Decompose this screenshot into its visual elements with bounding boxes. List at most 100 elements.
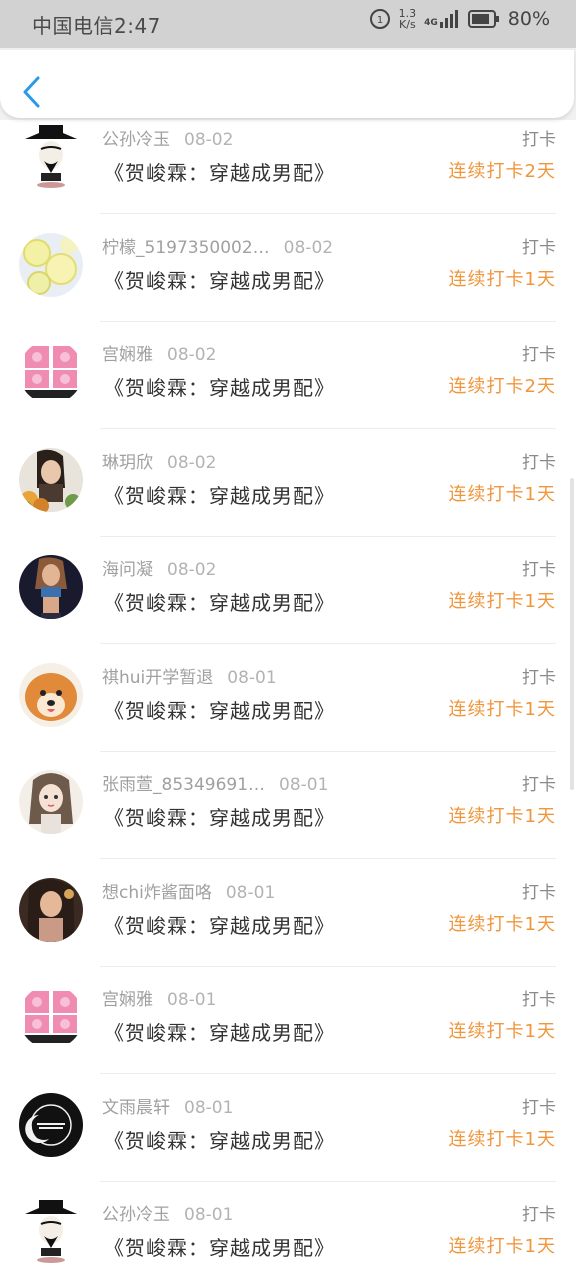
- list-item[interactable]: 宫娴雅 08-02 《贺峻霖：穿越成男配》 打卡连续打卡2天: [0, 322, 576, 429]
- list-item[interactable]: 琳玥欣 08-02 《贺峻霖：穿越成男配》 打卡连续打卡1天: [0, 430, 576, 537]
- moon-logo-avatar[interactable]: [19, 1092, 83, 1157]
- status-bar: 中国电信2:47 1 1.3 K/s 4G 80%: [0, 0, 576, 48]
- checkin-date: 08-01: [184, 1097, 234, 1118]
- user-meta: 柠檬_5197350002… 08-02: [102, 233, 333, 258]
- signal-bars-icon: [439, 10, 458, 28]
- header: [0, 48, 576, 120]
- username[interactable]: 想chi炸酱面咯: [102, 883, 212, 903]
- header-card: [0, 50, 574, 118]
- book-title[interactable]: 《贺峻霖：穿越成男配》: [104, 157, 335, 186]
- streak-label: 连续打卡1天: [448, 1128, 556, 1150]
- checkin-date: 08-02: [167, 560, 217, 580]
- streak-label: 连续打卡1天: [448, 483, 556, 505]
- battery-percent: 80%: [507, 8, 550, 30]
- masked-figure-avatar[interactable]: [19, 125, 83, 189]
- scrollbar[interactable]: [570, 478, 574, 790]
- pink-panther-avatar[interactable]: [19, 340, 83, 404]
- list-item[interactable]: 张雨萱_85349691… 08-01 《贺峻霖：穿越成男配》 打卡连续打卡1天: [0, 752, 576, 859]
- user-meta: 张雨萱_85349691… 08-01: [102, 770, 328, 795]
- chevron-left-icon: [23, 76, 40, 108]
- book-title[interactable]: 《贺峻霖：穿越成男配》: [104, 695, 335, 724]
- user-meta: 文雨晨轩 08-01: [102, 1093, 233, 1118]
- checkin-list[interactable]: 公孙冷玉 08-02 《贺峻霖：穿越成男配》 打卡 连续打卡2天 柠檬_51973500…: [0, 120, 576, 1280]
- network-type: 4G: [424, 18, 438, 28]
- checkin-date: 08-01: [227, 667, 277, 688]
- streak-label: 连续打卡1天: [448, 1236, 556, 1257]
- username[interactable]: 柠檬_5197350002…: [102, 238, 270, 258]
- checkin-tag: 打卡: [522, 667, 556, 688]
- checkin-date: 08-01: [225, 882, 276, 903]
- streak-label: 连续打卡2天: [448, 161, 556, 182]
- list-item[interactable]: 公孙冷玉 08-01 《贺峻霖：穿越成男配》 打卡 连续打卡1天: [0, 1182, 576, 1280]
- list-item[interactable]: 公孙冷玉 08-02 《贺峻霖：穿越成男配》 打卡连续打卡2天: [0, 120, 576, 214]
- streak-label: 连续打卡1天: [448, 698, 556, 720]
- list-item[interactable]: 祺hui开学暂退 08-01 《贺峻霖：穿越成男配》 打卡连续打卡1天: [0, 645, 576, 752]
- masked-figure-avatar[interactable]: [19, 1200, 83, 1264]
- list-item[interactable]: 柠檬_5197350002… 08-02 《贺峻霖：穿越成男配》 打卡连续打卡1天: [0, 215, 576, 322]
- user-meta: 琳玥欣 08-02: [102, 448, 216, 473]
- svg-text:1: 1: [376, 15, 382, 26]
- checkin-date: 08-02: [283, 237, 334, 258]
- user-meta: 公孙冷玉 08-02: [102, 125, 233, 150]
- checkin-date: 08-02: [184, 130, 234, 150]
- book-title[interactable]: 《贺峻霖：穿越成男配》: [104, 587, 335, 616]
- user-meta: 宫娴雅 08-01: [102, 985, 216, 1010]
- back-button[interactable]: [18, 74, 48, 110]
- username[interactable]: 海问凝: [102, 560, 153, 580]
- checkin-tag: 打卡: [522, 237, 556, 258]
- battery-icon: [467, 10, 499, 28]
- shiba-dog-avatar[interactable]: [19, 662, 83, 727]
- user-meta: 祺hui开学暂退 08-01: [102, 663, 277, 688]
- username[interactable]: 祺hui开学暂退: [102, 668, 213, 688]
- girl-flowers-avatar[interactable]: [19, 447, 83, 512]
- book-title[interactable]: 《贺峻霖：穿越成男配》: [104, 372, 335, 401]
- username[interactable]: 宫娴雅: [102, 990, 153, 1010]
- fitness-girl-avatar[interactable]: [19, 555, 83, 619]
- hd-call-icon: 1: [369, 9, 390, 29]
- checkin-tag: 打卡: [522, 130, 556, 150]
- user-meta: 海问凝 08-02: [102, 555, 216, 580]
- user-meta: 公孙冷玉 08-01: [102, 1200, 233, 1225]
- checkin-tag: 打卡: [522, 560, 556, 580]
- book-title[interactable]: 《贺峻霖：穿越成男配》: [104, 910, 335, 939]
- streak-label: 连续打卡2天: [448, 376, 556, 397]
- book-title[interactable]: 《贺峻霖：穿越成男配》: [104, 802, 335, 831]
- list-item[interactable]: 想chi炸酱面咯 08-01 《贺峻霖：穿越成男配》 打卡 连续打卡1天: [0, 860, 576, 967]
- username[interactable]: 琳玥欣: [102, 453, 153, 473]
- checkin-date: 08-02: [167, 452, 217, 473]
- streak-label: 连续打卡1天: [448, 1021, 556, 1042]
- streak-label: 连续打卡1天: [448, 806, 556, 827]
- network-speed-unit: K/s: [399, 18, 416, 31]
- anime-girl-avatar[interactable]: [19, 770, 83, 834]
- username[interactable]: 张雨萱_85349691…: [102, 775, 265, 795]
- book-title[interactable]: 《贺峻霖：穿越成男配》: [104, 480, 335, 509]
- book-title[interactable]: 《贺峻霖：穿越成男配》: [104, 1125, 335, 1154]
- streak-label: 连续打卡1天: [448, 268, 556, 290]
- checkin-tag: 打卡: [522, 1097, 556, 1118]
- girl-portrait-avatar[interactable]: [19, 877, 83, 942]
- lemon-avatar[interactable]: [19, 232, 83, 297]
- list-item[interactable]: 文雨晨轩 08-01 《贺峻霖：穿越成男配》 打卡连续打卡1天: [0, 1075, 576, 1182]
- carrier-time: 中国电信2:47: [32, 14, 161, 38]
- pink-panther-avatar[interactable]: [19, 985, 83, 1049]
- username[interactable]: 公孙冷玉: [102, 130, 170, 150]
- user-meta: 宫娴雅 08-02: [102, 340, 216, 365]
- network-speed: 1.3 K/s: [399, 8, 417, 30]
- status-icons: 1 1.3 K/s 4G 80%: [369, 8, 550, 30]
- checkin-date: 08-01: [279, 775, 329, 795]
- book-title[interactable]: 《贺峻霖：穿越成男配》: [104, 1232, 335, 1261]
- checkin-date: 08-02: [167, 345, 217, 365]
- checkin-tag: 打卡: [522, 452, 556, 473]
- book-title[interactable]: 《贺峻霖：穿越成男配》: [104, 265, 335, 294]
- checkin-tag: 打卡: [522, 990, 556, 1010]
- list-item[interactable]: 宫娴雅 08-01 《贺峻霖：穿越成男配》 打卡连续打卡1天: [0, 967, 576, 1074]
- list-item[interactable]: 海问凝 08-02 《贺峻霖：穿越成男配》 打卡连续打卡1天: [0, 537, 576, 644]
- checkin-tag: 打卡: [522, 345, 556, 365]
- username[interactable]: 公孙冷玉: [102, 1205, 170, 1225]
- username[interactable]: 宫娴雅: [102, 345, 153, 365]
- signal-icon: 4G: [424, 10, 460, 28]
- streak-label: 连续打卡1天: [448, 591, 556, 612]
- username[interactable]: 文雨晨轩: [102, 1098, 170, 1118]
- book-title[interactable]: 《贺峻霖：穿越成男配》: [104, 1017, 335, 1046]
- checkin-tag: 打卡: [522, 775, 556, 795]
